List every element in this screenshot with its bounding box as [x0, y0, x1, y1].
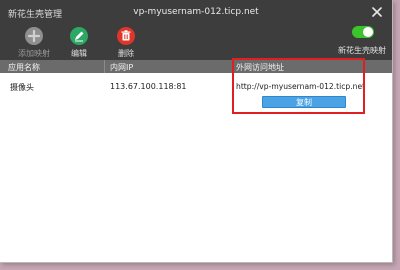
app-window: 新花生壳管理 vp-myusernam-012.ticp.net 添加映射 编辑	[0, 0, 393, 263]
column-header-name[interactable]: 应用名称	[8, 62, 40, 73]
delete-label: 删除	[118, 49, 134, 58]
trash-circle-icon	[117, 27, 135, 45]
plus-circle-icon	[25, 27, 43, 45]
cell-app-name: 摄像头	[10, 83, 34, 92]
toggle-switch[interactable]	[352, 26, 374, 38]
copy-button[interactable]: 复制	[262, 96, 346, 108]
edit-button[interactable]: 编辑	[57, 26, 101, 59]
toggle-label: 新花生壳映射	[338, 46, 386, 55]
column-divider	[104, 60, 105, 73]
add-mapping-button[interactable]: 添加映射	[12, 26, 56, 59]
pencil-circle-icon	[70, 27, 88, 45]
cell-lan-ip: 113.67.100.118:81	[110, 82, 187, 91]
close-icon	[372, 7, 382, 17]
mapping-toggle[interactable]: 新花生壳映射	[326, 26, 386, 56]
column-header-ip[interactable]: 内网IP	[110, 62, 133, 73]
close-button[interactable]	[366, 1, 388, 23]
window-title: vp-myusernam-012.ticp.net	[133, 7, 259, 17]
add-mapping-label: 添加映射	[18, 49, 50, 58]
edit-label: 编辑	[71, 49, 87, 58]
delete-button[interactable]: 删除	[104, 26, 148, 59]
toolbar: 添加映射 编辑 删除 新花生壳映射	[0, 24, 392, 60]
title-bar: 新花生壳管理 vp-myusernam-012.ticp.net	[0, 0, 392, 24]
toggle-knob	[363, 27, 373, 37]
